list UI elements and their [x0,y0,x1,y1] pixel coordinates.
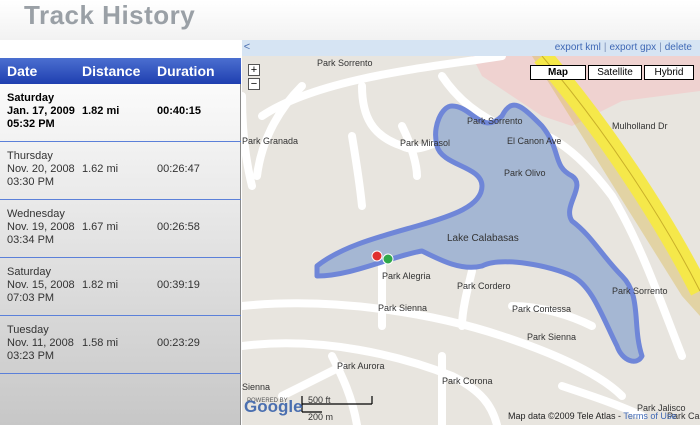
track-weekday: Saturday [7,266,52,278]
track-duration: 00:39:19 [157,279,200,291]
road-label: El Canon Ave [507,136,562,146]
track-distance: 1.82 mi [82,105,120,117]
track-end-marker [371,250,383,262]
track-day: Nov. 20, 2008 [7,163,75,175]
track-distance: 1.67 mi [82,221,119,233]
map-view[interactable]: Park Sorrento Park Sorrento Park Sorrent… [242,56,700,425]
track-date: Saturday Jan. 17, 2009 05:32 PM [7,92,85,131]
scale-metric: 200 m [308,412,334,422]
track-distance: 1.62 mi [82,163,119,175]
road-label: Park Contessa [512,304,572,314]
link-separator: | [659,42,662,53]
road-label: Park Sienna [378,303,428,313]
track-row[interactable]: Saturday Jan. 17, 2009 05:32 PM 1.82 mi … [0,84,241,142]
delete-link[interactable]: delete [665,42,692,53]
road-label: Park Aurora [337,361,385,371]
track-row[interactable]: Tuesday Nov. 11, 2008 03:23 PM 1.58 mi 0… [0,316,241,374]
track-date: Saturday Nov. 15, 2008 07:03 PM [7,266,85,305]
track-date: Thursday Nov. 20, 2008 03:30 PM [7,150,85,189]
export-kml-link[interactable]: export kml [555,42,601,53]
track-day: Jan. 17, 2009 [7,105,75,117]
duration-column-header: Duration [157,63,215,79]
app-header: Track History [0,0,700,40]
terms-of-use-link[interactable]: Terms of Use [623,411,676,421]
track-duration: 00:26:58 [157,221,200,233]
road-label: Park Olivo [504,168,546,178]
road-label: Park Sorrento [467,116,523,126]
track-duration: 00:26:47 [157,163,200,175]
road-label: Sienna [242,382,271,392]
track-duration: 00:23:29 [157,337,200,349]
track-row[interactable]: Saturday Nov. 15, 2008 07:03 PM 1.82 mi … [0,258,241,316]
track-start-marker [382,253,394,265]
zoom-in-button[interactable]: + [248,64,260,76]
track-day: Nov. 15, 2008 [7,279,75,291]
road-label: Park Sienna [527,332,577,342]
track-time: 03:34 PM [7,234,55,246]
date-column-header: Date [7,63,38,79]
road-label: Park Cordero [457,281,511,291]
road-label: Mulholland Dr [612,121,668,131]
collapse-sidebar-button[interactable]: < [242,41,252,53]
lake-label: Lake Calabasas [447,233,519,244]
road-label: Park Mirasol [400,138,451,148]
track-distance: 1.82 mi [82,279,119,291]
map-type-satellite-button[interactable]: Satellite [588,65,642,80]
track-date: Tuesday Nov. 11, 2008 03:23 PM [7,324,85,363]
attribution-text: Map data ©2009 Tele Atlas - [508,411,624,421]
export-gpx-link[interactable]: export gpx [609,42,656,53]
track-distance: 1.58 mi [82,337,119,349]
road-label: Park Sorrento [612,286,668,296]
track-time: 07:03 PM [7,292,55,304]
track-list-panel: Date Distance Duration Saturday Jan. 17,… [0,58,241,425]
track-weekday: Tuesday [7,324,49,336]
road-label: Park Alegria [382,271,431,281]
zoom-out-button[interactable]: − [248,78,260,90]
track-day: Nov. 11, 2008 [7,337,74,349]
track-time: 03:30 PM [7,176,55,188]
distance-column-header: Distance [82,63,141,79]
google-logo[interactable]: Google [244,397,303,417]
export-links: export kml | export gpx | delete [555,42,692,53]
track-weekday: Wednesday [7,208,65,220]
map-toolbar: < export kml | export gpx | delete [242,40,700,56]
map-type-hybrid-button[interactable]: Hybrid [644,65,694,80]
scale-imperial: 500 ft [308,395,331,405]
road-label: Park Granada [242,136,299,146]
track-row[interactable]: Thursday Nov. 20, 2008 03:30 PM 1.62 mi … [0,142,241,200]
track-row[interactable]: Wednesday Nov. 19, 2008 03:34 PM 1.67 mi… [0,200,241,258]
link-separator: | [603,42,607,53]
track-duration: 00:40:15 [157,105,202,117]
track-weekday: Saturday [7,92,55,104]
track-date: Wednesday Nov. 19, 2008 03:34 PM [7,208,85,247]
track-time: 03:23 PM [7,350,55,362]
road-label: Park Corona [442,376,493,386]
map-attribution: Map data ©2009 Tele Atlas - Terms of Use [508,411,676,421]
track-list-header: Date Distance Duration [0,58,241,84]
track-weekday: Thursday [7,150,53,162]
map-type-map-button[interactable]: Map [530,65,586,80]
road-label: Park Sorrento [317,58,373,68]
page-title: Track History [24,0,196,30]
track-day: Nov. 19, 2008 [7,221,75,233]
map-type-selector: Map Satellite Hybrid [528,65,694,80]
track-time: 05:32 PM [7,118,55,130]
